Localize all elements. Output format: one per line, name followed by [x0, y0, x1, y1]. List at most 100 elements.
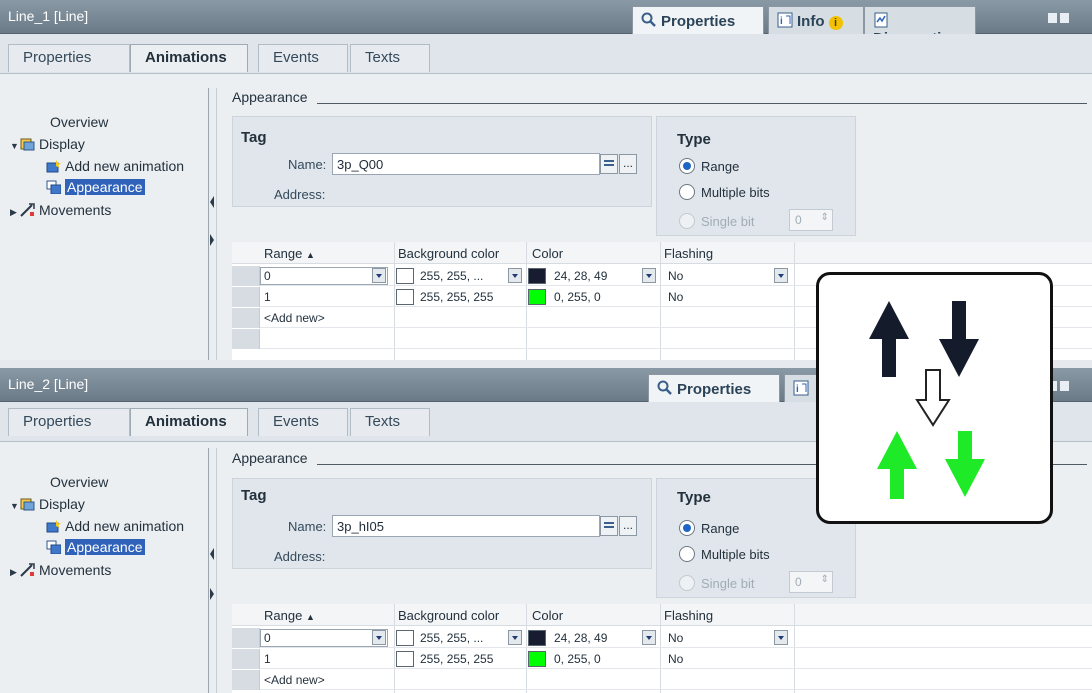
- window-controls[interactable]: [1048, 11, 1084, 23]
- collapse-arrow-icon[interactable]: ▶: [10, 567, 20, 578]
- flashing-dropdown-button[interactable]: [774, 268, 788, 283]
- bg-color-swatch[interactable]: [396, 630, 414, 646]
- collapse-left-icon[interactable]: [210, 548, 214, 560]
- single-bit-spinner[interactable]: 0 ⇕: [789, 209, 833, 231]
- header-color[interactable]: Color: [532, 608, 563, 623]
- color-dropdown-button[interactable]: [642, 630, 656, 645]
- bg-color-swatch[interactable]: [396, 268, 414, 284]
- single-bit-spinner[interactable]: 0 ⇕: [789, 571, 833, 593]
- spin-arrows-icon[interactable]: ⇕: [821, 574, 829, 585]
- nav-movements[interactable]: ▶ Movements: [10, 562, 111, 578]
- header-background-color[interactable]: Background color: [398, 246, 499, 261]
- range-cell-box[interactable]: [260, 267, 388, 285]
- subtab-animations[interactable]: Animations: [130, 44, 248, 72]
- row-header[interactable]: [232, 266, 260, 286]
- row-header[interactable]: [232, 649, 260, 669]
- expand-arrow-icon[interactable]: ▼: [10, 501, 20, 511]
- tab-diagnostics[interactable]: Diagnostics: [864, 6, 976, 47]
- info-warning-icon: i: [828, 16, 843, 30]
- nav-overview[interactable]: Overview: [50, 114, 108, 130]
- tag-name-field[interactable]: 3p_hI05: [332, 515, 600, 537]
- bg-color-swatch[interactable]: [396, 289, 414, 305]
- nav-appearance[interactable]: Appearance: [46, 179, 145, 195]
- tab-properties[interactable]: Properties: [648, 374, 780, 402]
- flashing-dropdown-button[interactable]: [774, 630, 788, 645]
- nav-display[interactable]: ▼ Display: [10, 496, 85, 512]
- radio-multiple-bits[interactable]: [679, 184, 695, 200]
- color-cell: 0, 255, 0: [554, 290, 601, 304]
- subtab-properties[interactable]: Properties: [8, 408, 130, 436]
- collapse-arrow-icon[interactable]: ▶: [10, 207, 20, 218]
- tag-list-button[interactable]: [600, 516, 618, 536]
- sort-ascending-icon: ▲: [305, 612, 315, 622]
- header-range[interactable]: Range ▲: [264, 608, 315, 623]
- subtab-animations[interactable]: Animations: [130, 408, 248, 436]
- add-new-cell[interactable]: <Add new>: [264, 311, 325, 325]
- subtab-events[interactable]: Events: [258, 44, 348, 72]
- color-swatch[interactable]: [528, 268, 546, 284]
- tag-name-field[interactable]: 3p_Q00: [332, 153, 600, 175]
- svg-text:i: i: [796, 384, 799, 395]
- maximize-icon[interactable]: [1060, 381, 1069, 391]
- subtab-texts[interactable]: Texts: [350, 408, 430, 436]
- nav-movements[interactable]: ▶ Movements: [10, 202, 111, 218]
- tag-browse-button[interactable]: ...: [619, 154, 637, 174]
- list-icon: [604, 160, 614, 166]
- radio-range[interactable]: [679, 520, 695, 536]
- color-swatch[interactable]: [528, 630, 546, 646]
- nav-overview[interactable]: Overview: [50, 474, 108, 490]
- range-cell-box[interactable]: [260, 629, 388, 647]
- nav-display[interactable]: ▼ Display: [10, 136, 85, 152]
- subtab-texts[interactable]: Texts: [350, 44, 430, 72]
- tag-browse-button[interactable]: ...: [619, 516, 637, 536]
- maximize-icon[interactable]: [1060, 13, 1069, 23]
- bg-color-dropdown-button[interactable]: [508, 630, 522, 645]
- table-row-add-new[interactable]: <Add new>: [232, 670, 1092, 690]
- pane-splitter[interactable]: [208, 88, 217, 360]
- table-row[interactable]: 0 255, 255, ... 24, 28, 49 No: [232, 628, 1092, 648]
- radio-range[interactable]: [679, 158, 695, 174]
- header-background-color[interactable]: Background color: [398, 608, 499, 623]
- header-range[interactable]: Range ▲: [264, 246, 315, 261]
- radio-single-bit[interactable]: [679, 575, 695, 591]
- spin-arrows-icon[interactable]: ⇕: [821, 212, 829, 223]
- header-flashing[interactable]: Flashing: [664, 608, 713, 623]
- range-dropdown-button[interactable]: [372, 268, 386, 283]
- color-dropdown-button[interactable]: [642, 268, 656, 283]
- row-header[interactable]: [232, 308, 260, 328]
- nav-add-new-animation[interactable]: Add new animation: [46, 158, 184, 174]
- bg-color-swatch[interactable]: [396, 651, 414, 667]
- float-icon[interactable]: [1048, 13, 1057, 23]
- radio-single-bit[interactable]: [679, 213, 695, 229]
- subtab-events[interactable]: Events: [258, 408, 348, 436]
- row-header[interactable]: [232, 628, 260, 648]
- pane-splitter[interactable]: [208, 448, 217, 693]
- tag-name-label: Name:: [288, 519, 327, 534]
- expand-right-icon[interactable]: [210, 234, 214, 246]
- tag-list-button[interactable]: [600, 154, 618, 174]
- tab-info[interactable]: i Info i: [768, 6, 864, 34]
- window-controls[interactable]: [1048, 379, 1084, 391]
- nav-appearance[interactable]: Appearance: [46, 539, 145, 555]
- subtab-properties[interactable]: Properties: [8, 44, 130, 72]
- tag-name-label: Name:: [288, 157, 327, 172]
- range-dropdown-button[interactable]: [372, 630, 386, 645]
- add-new-cell[interactable]: <Add new>: [264, 673, 325, 687]
- collapse-left-icon[interactable]: [210, 196, 214, 208]
- color-swatch[interactable]: [528, 289, 546, 305]
- tag-group-title: Tag: [241, 487, 267, 504]
- radio-multiple-bits[interactable]: [679, 546, 695, 562]
- dark-up-arrow-icon: [869, 301, 909, 377]
- table-row[interactable]: 1 255, 255, 255 0, 255, 0 No: [232, 649, 1092, 669]
- bg-color-dropdown-button[interactable]: [508, 268, 522, 283]
- expand-right-icon[interactable]: [210, 588, 214, 600]
- header-flashing[interactable]: Flashing: [664, 246, 713, 261]
- row-header[interactable]: [232, 670, 260, 690]
- color-swatch[interactable]: [528, 651, 546, 667]
- single-bit-value: 0: [795, 213, 802, 227]
- header-color[interactable]: Color: [532, 246, 563, 261]
- tab-properties[interactable]: Properties: [632, 6, 764, 34]
- expand-arrow-icon[interactable]: ▼: [10, 141, 20, 151]
- nav-add-new-animation[interactable]: Add new animation: [46, 518, 184, 534]
- row-header[interactable]: [232, 287, 260, 307]
